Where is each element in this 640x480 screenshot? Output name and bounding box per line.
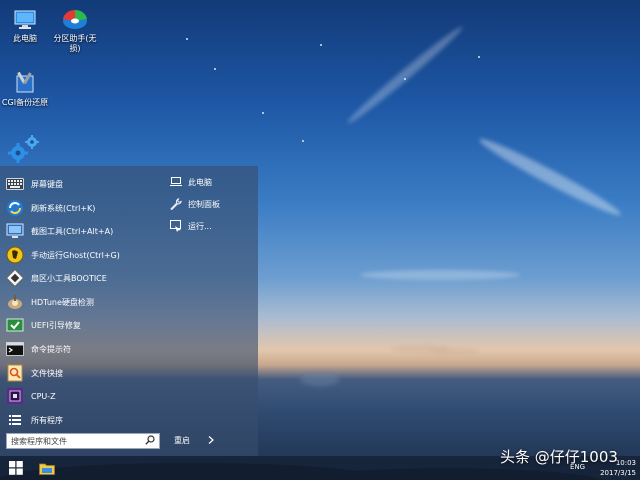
desktop-icon-partition-assistant[interactable]: 分区助手(无损): [50, 6, 100, 54]
all-programs-icon: [6, 411, 24, 429]
search-icon[interactable]: [145, 435, 155, 447]
windows-logo-icon: [9, 461, 23, 475]
menu-right-label: 运行...: [188, 221, 212, 231]
desktop-icon-label: CGI备份还原: [1, 98, 49, 107]
menu-item-label: 文件快搜: [31, 368, 63, 378]
menu-right-control-panel[interactable]: 控制面板: [170, 197, 220, 211]
menu-item-hdtune[interactable]: HDTune硬盘检测: [6, 292, 158, 312]
menu-item-label: 截图工具(Ctrl+Alt+A): [31, 226, 114, 236]
watermark-text: 头条 @仔仔1003: [500, 448, 618, 466]
menu-item-all-programs[interactable]: 所有程序: [6, 410, 158, 430]
start-search-box[interactable]: [6, 433, 160, 449]
computer-icon: [170, 176, 182, 188]
start-button[interactable]: [4, 458, 28, 478]
menu-item-label: 命令提示符: [31, 344, 71, 354]
menu-item-onscreen-keyboard[interactable]: 屏幕键盘: [6, 174, 158, 194]
desktop-icon-this-pc[interactable]: 此电脑: [0, 8, 50, 44]
clock-date: 2017/3/15: [600, 469, 636, 477]
menu-item-uefi-repair[interactable]: UEFI引导修复: [6, 315, 158, 335]
menu-item-command-prompt[interactable]: 命令提示符: [6, 339, 158, 359]
desktop-icon-label: 此电脑: [13, 34, 37, 43]
wrench-icon: [170, 198, 182, 210]
menu-right-label: 控制面板: [188, 199, 220, 209]
start-search-input[interactable]: [11, 435, 145, 447]
menu-item-label: 所有程序: [31, 415, 63, 425]
menu-item-screenshot-tool[interactable]: 截图工具(Ctrl+Alt+A): [6, 221, 158, 241]
menu-item-cpu-z[interactable]: CPU-Z: [6, 386, 158, 406]
refresh-system-icon: [6, 199, 24, 217]
folder-icon: [39, 463, 55, 475]
partition-assistant-icon: [63, 9, 87, 29]
menu-item-label: 刷新系统(Ctrl+K): [31, 203, 96, 213]
start-menu: 屏幕键盘 刷新系统(Ctrl+K) 截图工具(Ctrl+Alt+A) 手动运行G…: [0, 166, 258, 456]
menu-item-label: HDTune硬盘检测: [31, 297, 94, 307]
desktop-icon-cgi-backup[interactable]: CGI备份还原: [0, 70, 50, 108]
screenshot-tool-icon: [6, 222, 24, 240]
menu-item-file-search[interactable]: 文件快搜: [6, 363, 158, 383]
bootice-icon: [6, 269, 24, 287]
menu-item-ghost[interactable]: 手动运行Ghost(Ctrl+G): [6, 245, 158, 265]
menu-item-label: 屏幕键盘: [31, 179, 63, 189]
restart-button[interactable]: 重启: [174, 435, 214, 446]
menu-item-label: CPU-Z: [31, 391, 56, 401]
computer-icon: [14, 10, 36, 29]
file-search-icon: [6, 364, 24, 382]
menu-item-label: 手动运行Ghost(Ctrl+G): [31, 250, 120, 260]
uefi-repair-icon: [6, 316, 24, 334]
menu-right-label: 此电脑: [188, 177, 212, 187]
menu-item-label: 扇区小工具BOOTICE: [31, 273, 107, 283]
hdtune-icon: [6, 293, 24, 311]
desktop-icon-label: 分区助手(无损): [53, 34, 97, 53]
restart-label: 重启: [174, 436, 190, 445]
ghost-icon: [6, 246, 24, 264]
run-icon: [170, 220, 182, 232]
menu-item-label: UEFI引导修复: [31, 320, 81, 330]
menu-item-bootice[interactable]: 扇区小工具BOOTICE: [6, 268, 158, 288]
menu-right-this-pc[interactable]: 此电脑: [170, 175, 212, 189]
menu-right-run[interactable]: 运行...: [170, 219, 212, 233]
command-prompt-icon: [6, 340, 24, 358]
file-explorer-button[interactable]: [36, 458, 58, 478]
keyboard-icon: [6, 175, 24, 193]
settings-gears-icon[interactable]: [8, 134, 40, 164]
chevron-right-icon[interactable]: [208, 435, 214, 446]
menu-item-refresh-system[interactable]: 刷新系统(Ctrl+K): [6, 198, 158, 218]
cgi-backup-icon: [16, 71, 34, 93]
cpu-z-icon: [6, 387, 24, 405]
